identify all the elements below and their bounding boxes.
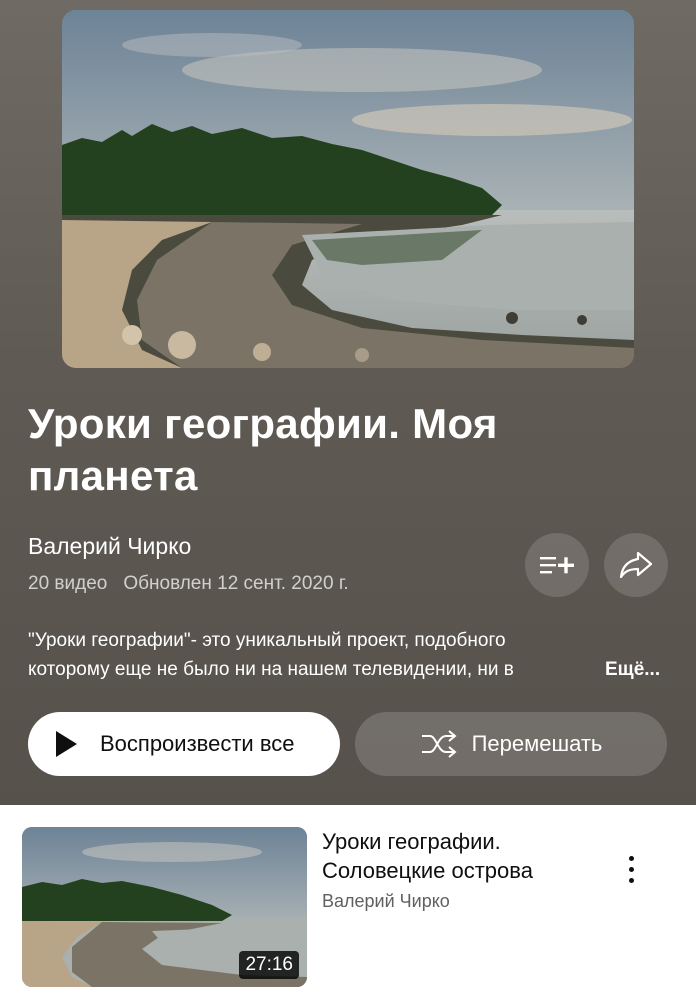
playlist-meta: 20 видео Обновлен 12 сент. 2020 г. xyxy=(28,572,349,596)
shuffle-button[interactable]: Перемешать xyxy=(355,712,667,776)
updated-date: Обновлен 12 сент. 2020 г. xyxy=(123,573,349,594)
landscape-image xyxy=(62,10,634,368)
share-button[interactable] xyxy=(604,533,668,597)
video-count: 20 видео xyxy=(28,573,108,594)
dot xyxy=(628,866,634,872)
playlist-video-item[interactable]: 27:16 Уроки географии. Соловецкие остров… xyxy=(0,805,696,1000)
playlist-add-icon xyxy=(540,557,574,574)
description-line: которому еще не было ни на нашем телевид… xyxy=(28,659,514,680)
channel-name[interactable]: Валерий Чирко xyxy=(28,532,191,560)
video-thumbnail[interactable]: 27:16 xyxy=(22,827,307,987)
dot xyxy=(628,877,634,883)
share-icon xyxy=(619,551,653,579)
playlist-header: Уроки географии. Моя планета Валерий Чир… xyxy=(0,0,696,805)
play-all-label: Воспроизвести все xyxy=(100,731,295,756)
play-all-button[interactable]: Воспроизвести все xyxy=(28,712,340,776)
video-duration: 27:16 xyxy=(239,951,299,979)
playlist-description: "Уроки географии"- это уникальный проект… xyxy=(28,626,668,684)
dot xyxy=(628,855,634,861)
add-to-library-button[interactable] xyxy=(525,533,589,597)
more-button[interactable]: Ещё... xyxy=(605,655,660,684)
playlist-cover-image[interactable] xyxy=(62,10,634,368)
shuffle-icon xyxy=(421,730,457,758)
play-icon xyxy=(56,731,77,757)
description-line: "Уроки географии"- это уникальный проект… xyxy=(28,630,506,651)
more-options-icon[interactable] xyxy=(614,847,648,891)
shuffle-label: Перемешать xyxy=(471,731,603,756)
video-title[interactable]: Уроки географии. Соловецкие острова xyxy=(322,827,612,885)
playlist-title: Уроки географии. Моя планета xyxy=(28,400,498,499)
video-channel[interactable]: Валерий Чирко xyxy=(322,889,450,913)
